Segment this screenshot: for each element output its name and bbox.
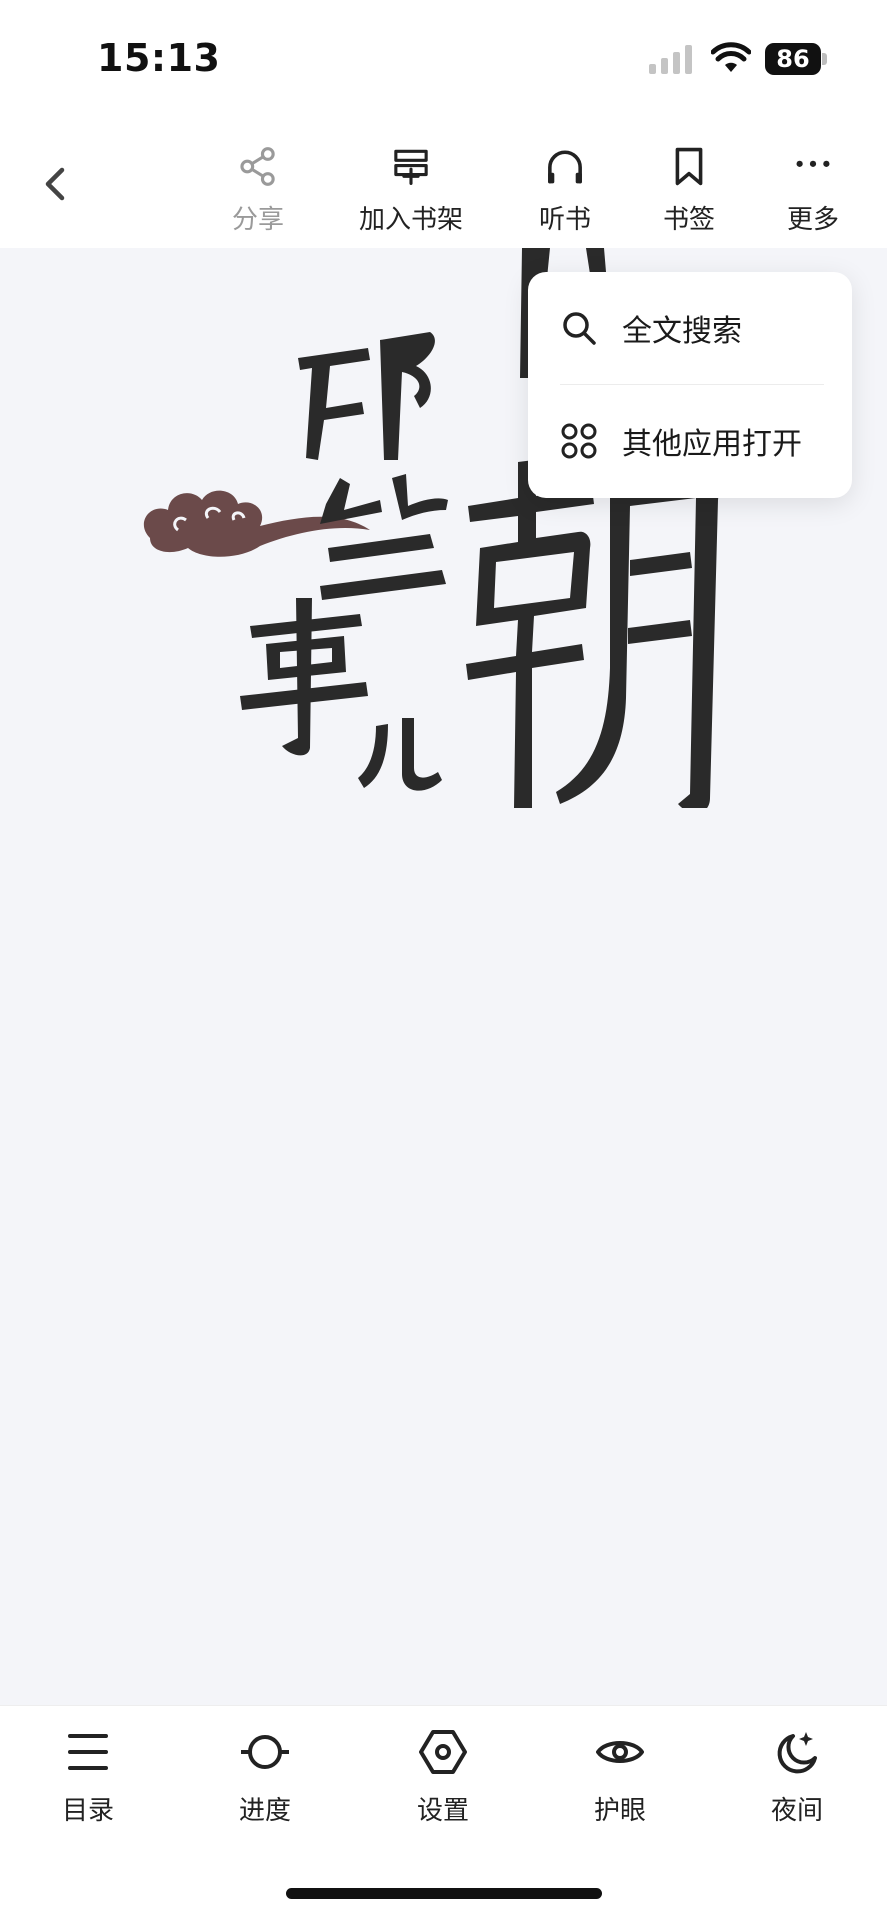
reader-toolbar: 分享 加入书架 听书 书签 更多 [0,120,887,248]
headphones-icon [548,150,582,184]
status-time: 15:13 [97,36,221,80]
moon-icon [777,1732,817,1774]
list-icon [68,1734,108,1770]
search-icon [563,312,596,345]
cellular-signal-icon [649,45,692,74]
battery-percent: 86 [776,45,810,73]
progress-button[interactable]: 进度 [205,1728,325,1827]
add-shelf-icon [394,149,428,185]
status-bar: 15:13 86 [0,0,887,120]
more-dots-icon [796,160,830,167]
add-to-shelf-button[interactable]: 加入书架 [356,146,466,236]
progress-icon [241,1735,289,1769]
night-mode-button[interactable]: 夜间 [737,1728,857,1827]
table-of-contents-button[interactable]: 目录 [28,1728,148,1827]
menu-item-full-text-search[interactable]: 全文搜索 [528,272,852,384]
share-label: 分享 [231,205,284,235]
bookmark-icon [675,147,703,186]
more-button[interactable]: 更多 [780,146,846,236]
apps-grid-icon [561,423,597,459]
settings-label: 设置 [416,1796,469,1826]
eye-icon [596,1741,644,1763]
toc-label: 目录 [61,1796,114,1826]
listen-button[interactable]: 听书 [532,146,598,236]
progress-label: 进度 [238,1796,291,1826]
bookmark-label: 书签 [662,205,715,235]
home-indicator[interactable] [286,1888,602,1899]
settings-button[interactable]: 设置 [383,1728,503,1827]
more-dropdown-menu: 全文搜索 其他应用打开 [528,272,852,498]
share-icon [240,147,275,186]
wifi-icon [711,42,751,72]
more-label: 更多 [786,205,839,235]
eye-care-button[interactable]: 护眼 [560,1728,680,1827]
listen-label: 听书 [538,205,591,235]
share-button[interactable]: 分享 [225,146,291,236]
settings-hexagon-icon [419,1730,467,1774]
bookmark-button[interactable]: 书签 [656,146,722,236]
menu-item-open-in-other-app[interactable]: 其他应用打开 [528,385,852,497]
menu-item-label: 全文搜索 [622,314,742,349]
back-chevron-icon[interactable] [34,162,78,206]
night-mode-label: 夜间 [770,1796,823,1826]
battery-icon: 86 [765,43,827,75]
eye-care-label: 护眼 [593,1796,646,1826]
add-shelf-label: 加入书架 [358,205,463,235]
menu-item-label: 其他应用打开 [622,427,802,462]
